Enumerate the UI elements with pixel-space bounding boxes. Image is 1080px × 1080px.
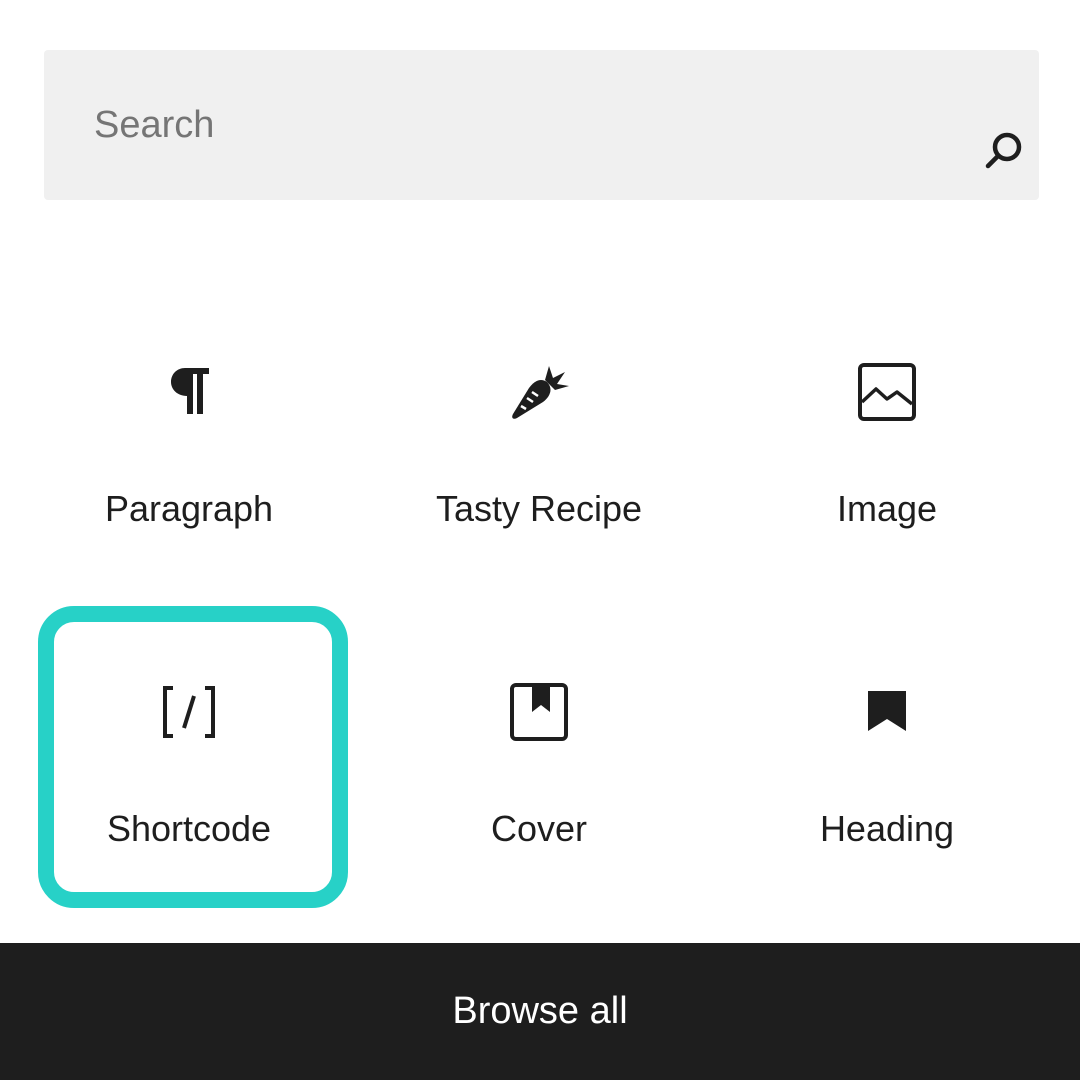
block-cover[interactable]: Cover	[374, 0, 704, 849]
highlight-outline	[38, 606, 348, 908]
block-label: Cover	[490, 808, 588, 849]
shortcode-icon	[149, 672, 229, 752]
block-shortcode[interactable]: Shortcode	[24, 0, 354, 849]
block-label: Image	[836, 488, 938, 529]
bookmark-icon	[847, 672, 927, 752]
paragraph-icon	[149, 352, 229, 432]
block-label: Heading	[819, 808, 955, 849]
block-label: Paragraph	[104, 488, 274, 529]
block-label: Tasty Recipe	[435, 488, 643, 529]
block-inserter-panel: Paragraph Tasty Recipe Image	[0, 0, 1080, 1080]
block-label: Shortcode	[106, 808, 272, 849]
carrot-icon	[499, 352, 579, 432]
browse-all-label: Browse all	[452, 990, 628, 1032]
image-icon	[847, 352, 927, 432]
browse-all-button[interactable]: Browse all	[0, 943, 1080, 1080]
block-heading[interactable]: Heading	[722, 0, 1052, 849]
cover-icon	[499, 672, 579, 752]
